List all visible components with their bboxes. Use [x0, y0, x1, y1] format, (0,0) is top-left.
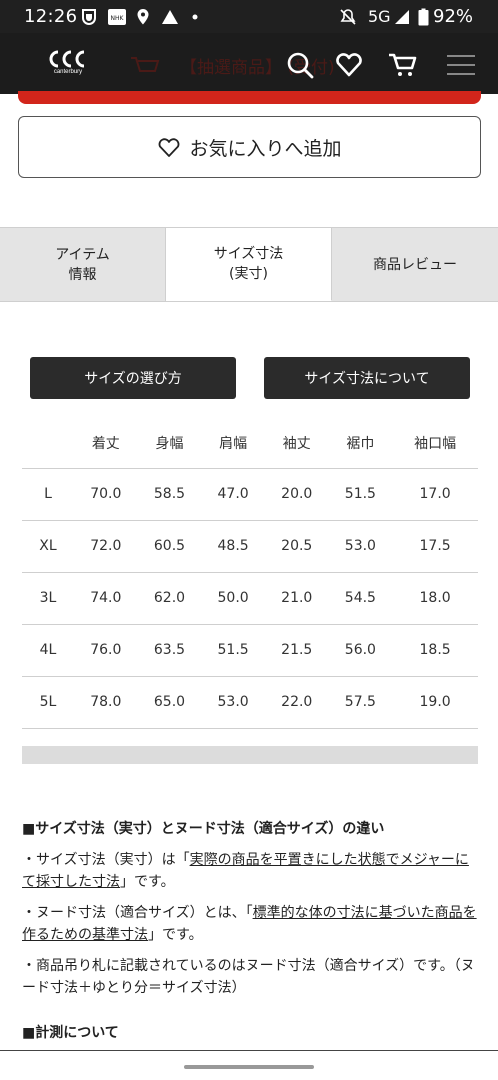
table-cell: 17.5: [392, 520, 478, 573]
table-cell: 62.0: [137, 572, 202, 625]
location-icon: [137, 9, 149, 25]
table-cell: 47.0: [201, 468, 265, 521]
table-cell: 21.0: [264, 572, 329, 625]
note-paragraph: ・商品吊り札に記載されているのはヌード寸法（適合サイズ）です。（ヌード寸法＋ゆと…: [22, 958, 475, 996]
table-row: L 70.0 58.5 47.0 20.0 51.5 17.0: [22, 468, 478, 521]
product-tabs: アイテム 情報 サイズ寸法 (実寸) 商品レビュー: [0, 227, 498, 302]
table-cell: 51.5: [201, 624, 265, 677]
table-cell: 50.0: [201, 572, 265, 625]
table-cell: 70.0: [74, 468, 138, 521]
table-cell: 72.0: [74, 520, 138, 573]
table-header-cell: 身幅: [137, 418, 202, 469]
add-to-favorites-button[interactable]: お気に入りへ追加: [18, 116, 481, 178]
table-row: 5L 78.0 65.0 53.0 22.0 57.5 19.0: [22, 676, 478, 729]
status-bar: 12:26 NHK 5G 92%: [0, 0, 498, 33]
cart-icon: [389, 53, 417, 76]
dot-icon: [192, 14, 198, 20]
size-table: 着丈 身幅 肩幅 袖丈 裾巾 袖口幅 L 70.0 58.5 47.0 20.0…: [22, 418, 478, 729]
note-text: 」です。: [120, 874, 175, 890]
table-cell: 20.5: [264, 520, 329, 573]
measurement-heading: ■計測について: [22, 1025, 119, 1041]
note-text: 」です。: [148, 927, 203, 943]
table-cell: 57.5: [328, 676, 393, 729]
divider: [0, 1050, 498, 1051]
table-cell: 19.0: [392, 676, 478, 729]
ccc-logo-icon: [49, 50, 85, 68]
table-header-cell: 着丈: [74, 418, 138, 469]
notes-heading: ■サイズ寸法（実寸）とヌード寸法（適合サイズ）の違い: [22, 821, 385, 837]
cart-icon-behind: [131, 57, 160, 72]
tab-item-info[interactable]: アイテム 情報: [0, 228, 166, 301]
table-header-cell: 裾巾: [328, 418, 393, 469]
network-type: 5G: [368, 7, 391, 26]
table-cell: 56.0: [328, 624, 393, 677]
table-row: 3L 74.0 62.0 50.0 21.0 54.5 18.0: [22, 572, 478, 625]
svg-text:NHK: NHK: [111, 15, 125, 22]
table-cell: 17.0: [392, 468, 478, 521]
battery-percent: 92%: [433, 6, 474, 27]
table-cell: 58.5: [137, 468, 202, 521]
table-header-cell: 袖口幅: [392, 418, 478, 469]
table-cell: 78.0: [74, 676, 138, 729]
menu-button[interactable]: [446, 50, 476, 80]
table-cell: 60.5: [137, 520, 202, 573]
mute-icon: [340, 9, 356, 25]
search-button[interactable]: [285, 50, 315, 80]
status-time: 12:26: [24, 6, 78, 27]
note-paragraph: ・ヌード寸法（適合サイズ）とは、「標準的な体の寸法に基づいた商品を作るための基準…: [22, 902, 478, 946]
heart-icon: [336, 53, 362, 77]
table-header-row: 着丈 身幅 肩幅 袖丈 裾巾 袖口幅: [22, 418, 478, 469]
navigation-icon: [162, 10, 178, 24]
note-paragraph: ・サイズ寸法（実寸）は「実際の商品を平置きにした状態でメジャーにて採寸した寸法」…: [22, 849, 478, 893]
shield-icon: [82, 9, 96, 25]
heart-outline-icon: [159, 138, 180, 157]
table-header-cell: 袖丈: [264, 418, 329, 469]
table-cell: 48.5: [201, 520, 265, 573]
battery-icon: [418, 8, 429, 26]
size-label: 3L: [22, 572, 74, 625]
table-header-cell: [22, 418, 74, 469]
table-cell: 63.5: [137, 624, 202, 677]
table-row: 4L 76.0 63.5 51.5 21.5 56.0 18.5: [22, 624, 478, 677]
note-text: ・サイズ寸法（実寸）は「: [22, 852, 190, 868]
table-cell: 74.0: [74, 572, 138, 625]
signal-icon: [395, 10, 409, 24]
table-cell: 65.0: [137, 676, 202, 729]
table-cell: 18.5: [392, 624, 478, 677]
table-cell: 53.0: [328, 520, 393, 573]
about-dimensions-button[interactable]: サイズ寸法について: [264, 357, 470, 399]
table-cell: 22.0: [264, 676, 329, 729]
size-notes: ■サイズ寸法（実寸）とヌード寸法（適合サイズ）の違い ・サイズ寸法（実寸）は「実…: [22, 818, 478, 1041]
brand-name: canterbury: [53, 69, 83, 75]
table-cell: 18.0: [392, 572, 478, 625]
table-cell: 21.5: [264, 624, 329, 677]
tab-product-review[interactable]: 商品レビュー: [332, 228, 498, 301]
cart-button[interactable]: [388, 50, 418, 80]
nhk-app-icon: NHK: [108, 9, 126, 25]
size-guide-button[interactable]: サイズの選び方: [30, 357, 236, 399]
hamburger-menu-icon: [447, 55, 475, 75]
table-cell: 53.0: [201, 676, 265, 729]
table-cell: 54.5: [328, 572, 393, 625]
search-icon: [287, 52, 314, 79]
purchase-button-behind: [18, 91, 481, 104]
home-gesture-bar[interactable]: [184, 1065, 314, 1069]
table-row: XL 72.0 60.5 48.5 20.5 53.0 17.5: [22, 520, 478, 573]
table-cell: 20.0: [264, 468, 329, 521]
size-label: 4L: [22, 624, 74, 677]
site-header: 【抽選商品】 (受付) canterbury: [0, 33, 498, 104]
size-label: XL: [22, 520, 74, 573]
tab-size-dimensions[interactable]: サイズ寸法 (実寸): [166, 228, 332, 301]
table-cell: 51.5: [328, 468, 393, 521]
size-label: 5L: [22, 676, 74, 729]
add-to-favorites-label: お気に入りへ追加: [189, 137, 342, 160]
favorites-button[interactable]: [334, 50, 364, 80]
table-header-cell: 肩幅: [201, 418, 265, 469]
note-text: ・ヌード寸法（適合サイズ）とは、「: [22, 905, 253, 921]
brand-logo[interactable]: canterbury: [44, 49, 92, 79]
size-label: L: [22, 468, 74, 521]
table-cell: 76.0: [74, 624, 138, 677]
table-scrollbar[interactable]: [22, 746, 478, 764]
